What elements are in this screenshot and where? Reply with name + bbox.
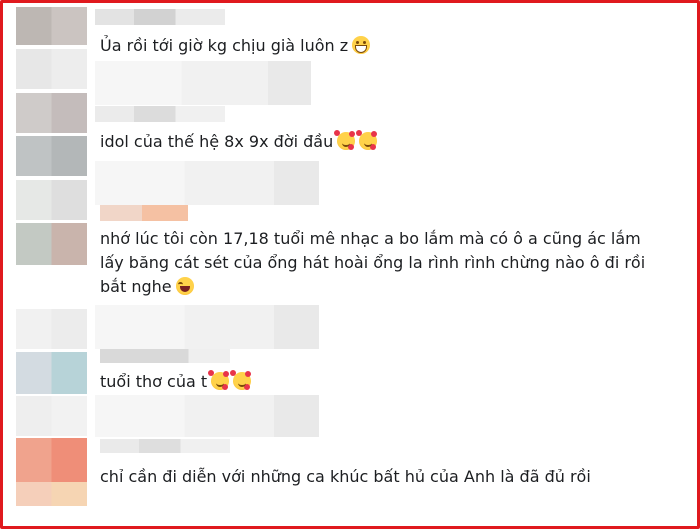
reply-box-blurred — [95, 61, 311, 105]
username-blurred — [95, 9, 225, 25]
comment-text: idol của thế hệ 8x 9x đời đầu — [100, 130, 378, 154]
avatar-blurred — [16, 49, 87, 89]
comment-text: tuổi thơ của t — [100, 370, 252, 394]
comment-5-text: chỉ cần đi diễn với những ca khúc bất hủ… — [100, 467, 591, 486]
smiling-face-with-hearts-emoji-icon — [334, 130, 356, 150]
username-blurred — [100, 439, 230, 453]
avatar-blurred — [16, 482, 87, 506]
comment-1-text: Ủa rồi tới giờ kg chịu già luôn z — [100, 36, 349, 55]
comment-text: chỉ cần đi diễn với những ca khúc bất hủ… — [100, 465, 591, 489]
grinning-face-emoji-icon — [352, 36, 371, 54]
comment-3-line-2: lấy băng cát sét của ổng hát hoài ổng la… — [100, 253, 646, 272]
smiling-face-with-hearts-emoji-icon — [356, 130, 378, 150]
comment-text: Ủa rồi tới giờ kg chịu già luôn z — [100, 34, 371, 58]
comment-4-text: tuổi thơ của t — [100, 372, 208, 391]
username-blurred — [100, 205, 188, 221]
smiling-face-with-hearts-emoji-icon — [208, 370, 230, 390]
comment-text: nhớ lúc tôi còn 17,18 tuổi mê nhạc a bo … — [100, 227, 645, 299]
comment-2-text: idol của thế hệ 8x 9x đời đầu — [100, 132, 334, 151]
laughing-face-emoji-icon — [175, 277, 194, 295]
reply-box-blurred — [95, 161, 319, 205]
avatar-blurred — [16, 7, 87, 45]
avatar-blurred — [16, 309, 87, 349]
comment-3-line-3: bắt nghe — [100, 277, 172, 296]
avatar-blurred — [16, 223, 87, 265]
avatar-blurred — [16, 136, 87, 176]
username-blurred — [100, 349, 230, 363]
comment-3-line-1: nhớ lúc tôi còn 17,18 tuổi mê nhạc a bo … — [100, 229, 641, 248]
smiling-face-with-hearts-emoji-icon — [230, 370, 252, 390]
avatar-blurred — [16, 352, 87, 394]
comments-screenshot-frame: Ủa rồi tới giờ kg chịu già luôn z idol c… — [0, 0, 700, 529]
avatar-blurred — [16, 180, 87, 220]
avatar-blurred — [16, 438, 87, 482]
reply-box-blurred — [95, 305, 319, 349]
reply-box-blurred — [95, 395, 319, 437]
avatar-blurred — [16, 396, 87, 436]
username-blurred — [95, 106, 225, 122]
avatar-blurred — [16, 93, 87, 133]
